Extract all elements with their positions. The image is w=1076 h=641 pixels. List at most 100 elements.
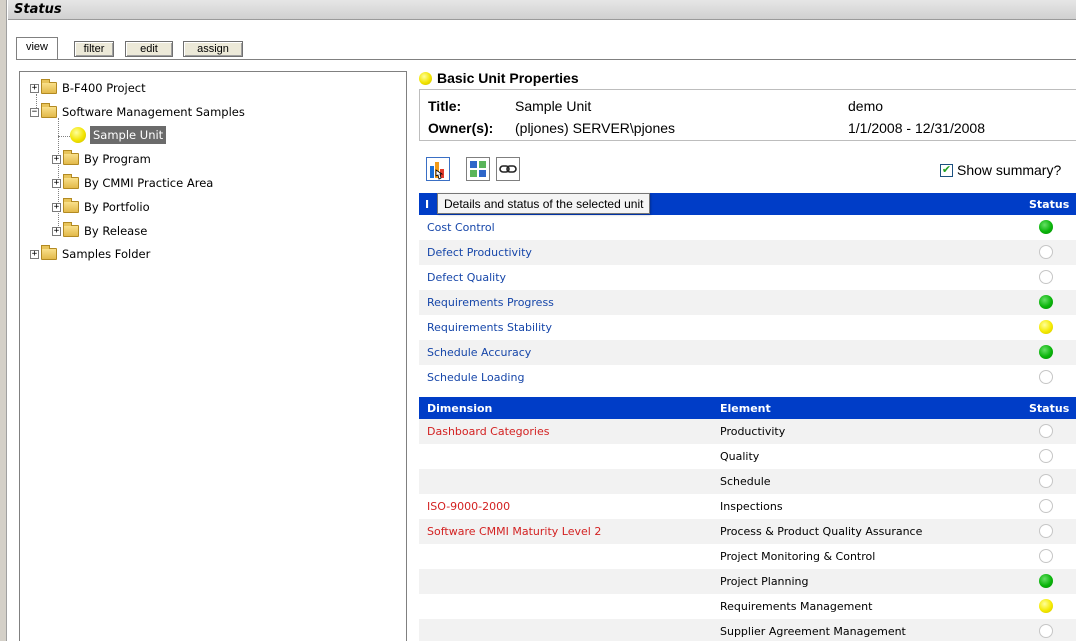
- status-empty-icon: [1039, 474, 1053, 488]
- element-label: Inspections: [720, 500, 783, 513]
- dimension-link[interactable]: Software CMMI Maturity Level 2: [427, 525, 601, 538]
- checkbox-checked-icon[interactable]: ✔: [940, 163, 953, 177]
- expand-icon[interactable]: +: [52, 154, 61, 164]
- indicator-link[interactable]: Schedule Loading: [427, 371, 524, 384]
- tree-item-by-program[interactable]: + By Program: [52, 149, 151, 169]
- tab-edit[interactable]: edit: [125, 41, 173, 57]
- date-range: 1/1/2008 - 12/31/2008: [848, 120, 986, 136]
- element-label: Project Monitoring & Control: [720, 550, 876, 563]
- matrix-view-button[interactable]: [466, 157, 490, 181]
- tree-item-software-management-samples[interactable]: − Software Management Samples: [30, 102, 245, 122]
- folder-icon: [63, 222, 79, 237]
- expand-icon[interactable]: +: [52, 178, 61, 188]
- tree-item-b-f400-project[interactable]: + B-F400 Project: [30, 78, 146, 98]
- status-yellow-icon: [70, 127, 86, 143]
- dimension-column-header: Dimension: [427, 402, 493, 415]
- dimensions-header: Dimension Element Status: [419, 397, 1076, 419]
- status-empty-icon: [1039, 549, 1053, 563]
- expand-icon[interactable]: +: [30, 249, 39, 259]
- folder-icon: [63, 198, 79, 213]
- dimension-row: Project Planning: [419, 569, 1076, 594]
- element-label: Requirements Management: [720, 600, 873, 613]
- show-summary-toggle[interactable]: ✔ Show summary?: [940, 162, 1061, 178]
- status-empty-icon: [1039, 524, 1053, 538]
- owner-label: Owner(s):: [428, 120, 494, 136]
- dimension-row: ISO-9000-2000 Inspections: [419, 494, 1076, 519]
- tab-filter[interactable]: filter: [74, 41, 114, 57]
- element-label: Quality: [720, 450, 760, 463]
- indicator-link[interactable]: Requirements Stability: [427, 321, 552, 334]
- show-summary-label: Show summary?: [957, 162, 1062, 178]
- bar-chart-icon: [430, 162, 444, 180]
- tree-item-label: Software Management Samples: [62, 105, 245, 119]
- indicator-link[interactable]: Requirements Progress: [427, 296, 554, 309]
- tree-item-by-release[interactable]: + By Release: [52, 221, 147, 241]
- status-empty-icon: [1039, 449, 1053, 463]
- tree-item-by-cmmi-practice-area[interactable]: + By CMMI Practice Area: [52, 173, 213, 193]
- status-column-header: Status: [1029, 198, 1070, 211]
- dimension-row: Dashboard Categories Productivity: [419, 419, 1076, 444]
- title-label: Title:: [428, 98, 462, 114]
- tree-connector: [58, 136, 70, 137]
- status-column-header: Status: [1029, 402, 1070, 415]
- status-empty-icon: [1039, 270, 1053, 284]
- tree-item-label: By Release: [84, 224, 148, 238]
- title-value: Sample Unit: [515, 98, 592, 114]
- dimension-row: Schedule: [419, 469, 1076, 494]
- indicator-link[interactable]: Defect Quality: [427, 271, 506, 284]
- status-empty-icon: [1039, 424, 1053, 438]
- properties-title: Basic Unit Properties: [437, 70, 579, 86]
- folder-icon: [41, 245, 57, 260]
- dimension-row: Quality: [419, 444, 1076, 469]
- tree-item-label: Samples Folder: [62, 247, 151, 261]
- tree-item-label: B-F400 Project: [62, 81, 146, 95]
- status-empty-icon: [1039, 624, 1053, 638]
- tree-item-by-portfolio[interactable]: + By Portfolio: [52, 197, 150, 217]
- properties-header: Basic Unit Properties: [419, 69, 579, 87]
- dimension-row: Requirements Management: [419, 594, 1076, 619]
- indicator-link[interactable]: Cost Control: [427, 221, 495, 234]
- indicator-row: Schedule Loading: [419, 365, 1076, 390]
- folder-icon: [63, 174, 79, 189]
- tree-item-samples-folder[interactable]: + Samples Folder: [30, 244, 150, 264]
- element-label: Process & Product Quality Assurance: [720, 525, 923, 538]
- indicator-link[interactable]: Schedule Accuracy: [427, 346, 531, 359]
- indicator-row: Schedule Accuracy: [419, 340, 1076, 365]
- folder-icon: [63, 150, 79, 165]
- status-titlebar: Status: [8, 0, 1076, 20]
- status-yellow-icon: [419, 71, 432, 85]
- window-title: Status: [14, 2, 62, 17]
- tree-item-label: By CMMI Practice Area: [84, 176, 214, 190]
- element-label: Productivity: [720, 425, 786, 438]
- status-yellow-icon: [1039, 320, 1053, 334]
- expand-icon[interactable]: +: [52, 202, 61, 212]
- dimension-row: Software CMMI Maturity Level 2 Process &…: [419, 519, 1076, 544]
- indicator-column-header: I: [425, 198, 430, 211]
- element-label: Project Planning: [720, 575, 809, 588]
- link-button[interactable]: [496, 157, 520, 181]
- tab-assign[interactable]: assign: [183, 41, 243, 57]
- unit-tag: demo: [848, 98, 884, 114]
- status-empty-icon: [1039, 499, 1053, 513]
- indicator-link[interactable]: Defect Productivity: [427, 246, 532, 259]
- collapse-icon[interactable]: −: [30, 107, 39, 117]
- properties-box: Title: Sample Unit demo Owner(s): (pljon…: [419, 89, 1076, 141]
- element-label: Schedule: [720, 475, 771, 488]
- indicator-row: Defect Productivity: [419, 240, 1076, 265]
- element-column-header: Element: [720, 402, 771, 415]
- dimension-row: Supplier Agreement Management: [419, 619, 1076, 641]
- status-green-icon: [1039, 220, 1053, 234]
- expand-icon[interactable]: +: [52, 226, 61, 236]
- element-label: Supplier Agreement Management: [720, 625, 906, 638]
- details-button[interactable]: [426, 157, 450, 181]
- unit-tree-panel: + B-F400 Project − Software Management S…: [19, 71, 407, 641]
- folder-open-icon: [41, 103, 57, 118]
- tree-item-sample-unit[interactable]: Sample Unit: [70, 125, 167, 145]
- indicator-row: Requirements Progress: [419, 290, 1076, 315]
- tab-view[interactable]: view: [16, 37, 58, 59]
- grid-icon: [470, 161, 486, 177]
- status-yellow-icon: [1039, 599, 1053, 613]
- dimension-link[interactable]: Dashboard Categories: [427, 425, 549, 438]
- expand-icon[interactable]: +: [30, 83, 39, 93]
- dimension-link[interactable]: ISO-9000-2000: [427, 500, 510, 513]
